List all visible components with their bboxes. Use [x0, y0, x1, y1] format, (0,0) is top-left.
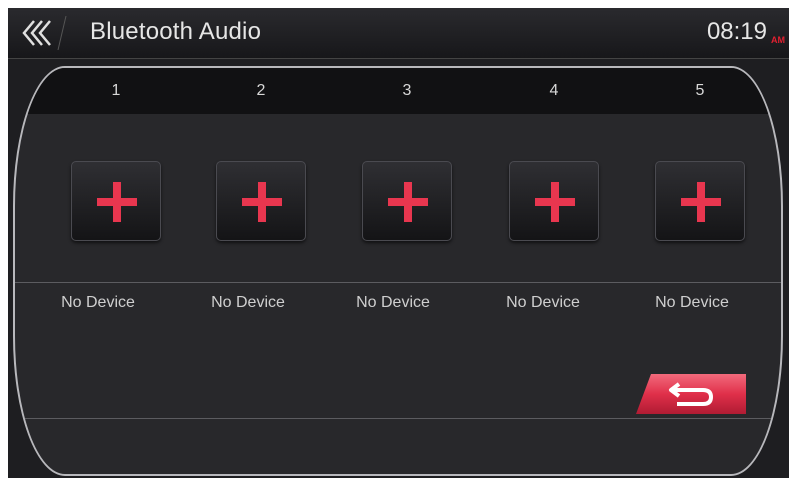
- device-status-3: No Device: [356, 294, 430, 311]
- add-device-button-5[interactable]: [655, 161, 745, 241]
- slot-number-bar: 1 2 3 4 5: [15, 68, 781, 114]
- device-status-4: No Device: [506, 294, 580, 311]
- divider-line: [15, 282, 781, 283]
- slot-number-2: 2: [256, 82, 266, 99]
- return-arrow-icon: [636, 374, 746, 414]
- triple-chevron-left-icon: [22, 15, 67, 51]
- header-bar: Bluetooth Audio 08:19 AM: [8, 8, 789, 59]
- add-device-button-3[interactable]: [362, 161, 452, 241]
- add-device-button-1[interactable]: [71, 161, 161, 241]
- clock-time: 08:19: [706, 18, 767, 45]
- slot-number-3: 3: [402, 82, 412, 99]
- divider-line-lower: [15, 418, 781, 419]
- plus-icon: [681, 182, 721, 222]
- plus-icon: [242, 182, 282, 222]
- device-status-1: No Device: [61, 294, 135, 311]
- plus-icon: [535, 182, 575, 222]
- back-button[interactable]: [20, 15, 68, 51]
- slot-number-1: 1: [111, 82, 121, 99]
- page-title: Bluetooth Audio: [90, 18, 262, 45]
- add-device-button-2[interactable]: [216, 161, 306, 241]
- device-status-2: No Device: [211, 294, 285, 311]
- return-button[interactable]: [635, 373, 747, 415]
- plus-icon: [388, 182, 428, 222]
- slot-number-5: 5: [695, 82, 705, 99]
- screen: Bluetooth Audio 08:19 AM 1 2 3 4 5 No De…: [8, 8, 789, 478]
- clock-ampm: AM: [771, 35, 785, 45]
- add-device-button-4[interactable]: [509, 161, 599, 241]
- slot-number-4: 4: [549, 82, 559, 99]
- plus-icon: [97, 182, 137, 222]
- device-status-5: No Device: [655, 294, 729, 311]
